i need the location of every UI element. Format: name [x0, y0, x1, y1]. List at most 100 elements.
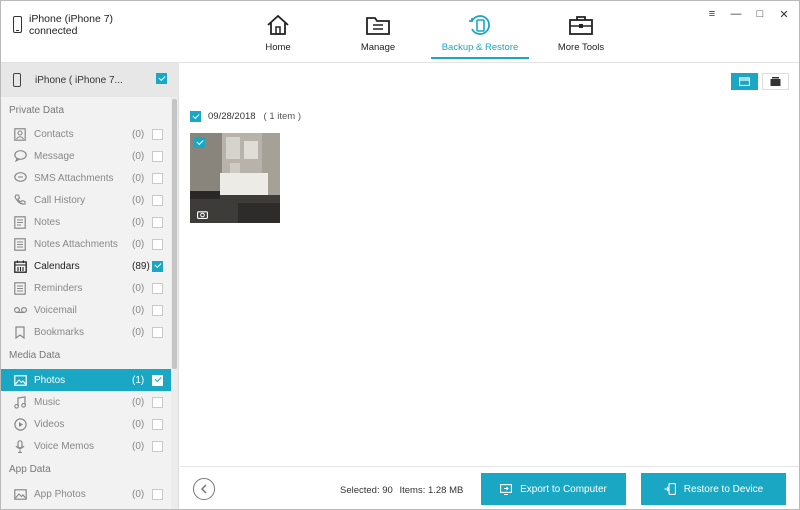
items-size: Items: 1.28 MB: [399, 485, 464, 496]
sidebar-item-label: Notes Attachments: [34, 238, 118, 250]
sidebar-scrollbar[interactable]: [171, 97, 178, 509]
sidebar-item-count: (0): [132, 216, 145, 228]
restore-icon: [664, 483, 676, 495]
grid-view-button[interactable]: [731, 73, 758, 90]
list-view-button[interactable]: [762, 73, 789, 90]
sidebar-device-row[interactable]: iPhone ( iPhone 7...: [1, 63, 179, 97]
device-checkbox[interactable]: [156, 73, 167, 84]
item-checkbox[interactable]: [152, 396, 163, 408]
nav-home[interactable]: Home: [229, 1, 327, 61]
sidebar-item-notes-attachments[interactable]: Notes Attachments (0): [1, 233, 171, 255]
sidebar-item-count: (0): [132, 488, 145, 500]
top-bar: iPhone (iPhone 7) connected Home Manage …: [1, 1, 799, 63]
minimize-button[interactable]: —: [729, 7, 743, 21]
videos-icon: [13, 417, 27, 431]
sidebar-item-bookmarks[interactable]: Bookmarks (0): [1, 321, 171, 343]
sidebar-item-call-history[interactable]: Call History (0): [1, 189, 171, 211]
nav-home-label: Home: [265, 42, 291, 53]
photo-thumbnail[interactable]: [190, 133, 280, 223]
sidebar-item-contacts[interactable]: Contacts (0): [1, 123, 171, 145]
notes-attachments-icon: [13, 237, 27, 251]
close-button[interactable]: ✕: [777, 7, 791, 21]
item-checkbox[interactable]: [152, 374, 163, 386]
sidebar-device-label: iPhone ( iPhone 7...: [35, 74, 123, 86]
maximize-button[interactable]: □: [753, 7, 767, 21]
export-to-computer-button[interactable]: Export to Computer: [481, 473, 626, 505]
sidebar-item-label: Bookmarks: [34, 326, 85, 338]
menu-icon[interactable]: ≡: [705, 7, 719, 21]
sidebar-item-count: (0): [132, 418, 145, 430]
scrollbar-thumb[interactable]: [172, 99, 177, 369]
reminders-icon: [13, 281, 27, 295]
sidebar-item-reminders[interactable]: Reminders (0): [1, 277, 171, 299]
calendar-icon: [13, 259, 27, 273]
sidebar-item-message[interactable]: Message (0): [1, 145, 171, 167]
sidebar-item-count: (0): [132, 396, 145, 408]
nav-backup-restore[interactable]: Backup & Restore: [431, 1, 529, 61]
sidebar-item-count: (0): [132, 282, 145, 294]
nav-more-tools-label: More Tools: [557, 42, 605, 53]
device-name: iPhone (iPhone 7): [29, 13, 114, 25]
nav-manage[interactable]: Manage: [329, 1, 427, 61]
microphone-icon: [13, 439, 27, 453]
sidebar-item-label: Calendars: [34, 260, 80, 272]
home-icon: [264, 11, 292, 39]
app-photos-icon: [13, 487, 27, 501]
device-info: iPhone (iPhone 7) connected: [13, 13, 113, 37]
sidebar-item-label: Videos: [34, 418, 65, 430]
item-checkbox[interactable]: [152, 216, 163, 228]
list-view-icon: [770, 77, 781, 86]
item-checkbox[interactable]: [152, 488, 163, 500]
sidebar-item-count: (0): [132, 172, 145, 184]
sidebar-item-count: (1): [132, 374, 145, 386]
sidebar-item-notes[interactable]: Notes (0): [1, 211, 171, 233]
sidebar-item-count: (89): [132, 260, 150, 272]
section-private-data: Private Data: [9, 105, 65, 116]
sidebar-item-voicemail[interactable]: Voicemail (0): [1, 299, 171, 321]
item-checkbox[interactable]: [152, 238, 163, 250]
sidebar-item-label: Contacts: [34, 128, 74, 140]
selection-status: Selected: 90 Items: 1.28 MB: [340, 485, 463, 496]
sidebar-item-count: (0): [132, 238, 145, 250]
item-checkbox[interactable]: [152, 150, 163, 162]
sidebar-item-label: Reminders: [34, 282, 83, 294]
sidebar-item-sms-attachments[interactable]: SMS Attachments (0): [1, 167, 171, 189]
sidebar-item-videos[interactable]: Videos (0): [1, 413, 171, 435]
date-group-count: ( 1 item ): [263, 111, 302, 122]
item-checkbox[interactable]: [152, 172, 163, 184]
sidebar-item-voice-memos[interactable]: Voice Memos (0): [1, 435, 171, 457]
sidebar-item-count: (0): [132, 326, 145, 338]
item-checkbox[interactable]: [152, 326, 163, 338]
nav-manage-label: Manage: [360, 42, 396, 53]
device-status: connected: [29, 25, 78, 37]
item-checkbox[interactable]: [152, 440, 163, 452]
nav-backup-restore-label: Backup & Restore: [441, 42, 519, 53]
item-checkbox[interactable]: [152, 194, 163, 206]
backup-restore-icon: [466, 11, 494, 39]
item-checkbox[interactable]: [152, 304, 163, 316]
sidebar-item-count: (0): [132, 128, 145, 140]
back-button[interactable]: [193, 478, 215, 500]
item-checkbox[interactable]: [152, 418, 163, 430]
sidebar-item-label: App Photos: [34, 488, 86, 500]
sidebar-item-photos[interactable]: Photos (1): [1, 369, 171, 391]
sidebar-item-count: (0): [132, 440, 145, 452]
contacts-icon: [13, 127, 27, 141]
export-icon: [500, 483, 513, 495]
photo-checkbox[interactable]: [194, 137, 205, 148]
phone-icon: [13, 73, 21, 87]
item-checkbox[interactable]: [152, 282, 163, 294]
sidebar-item-app-photos[interactable]: App Photos (0): [1, 483, 171, 505]
date-group-checkbox[interactable]: [190, 111, 201, 122]
restore-to-device-button[interactable]: Restore to Device: [641, 473, 786, 505]
sidebar-item-label: Photos: [34, 374, 66, 386]
toolbox-icon: [567, 11, 595, 39]
nav-more-tools[interactable]: More Tools: [532, 1, 630, 61]
sidebar-item-music[interactable]: Music (0): [1, 391, 171, 413]
date-group-date: 09/28/2018: [208, 111, 256, 122]
item-checkbox[interactable]: [152, 260, 163, 272]
sidebar-item-calendars[interactable]: Calendars (89): [1, 255, 171, 277]
item-checkbox[interactable]: [152, 128, 163, 140]
selected-count: Selected: 90: [340, 485, 393, 496]
footer-bar: Selected: 90 Items: 1.28 MB Export to Co…: [180, 466, 799, 509]
